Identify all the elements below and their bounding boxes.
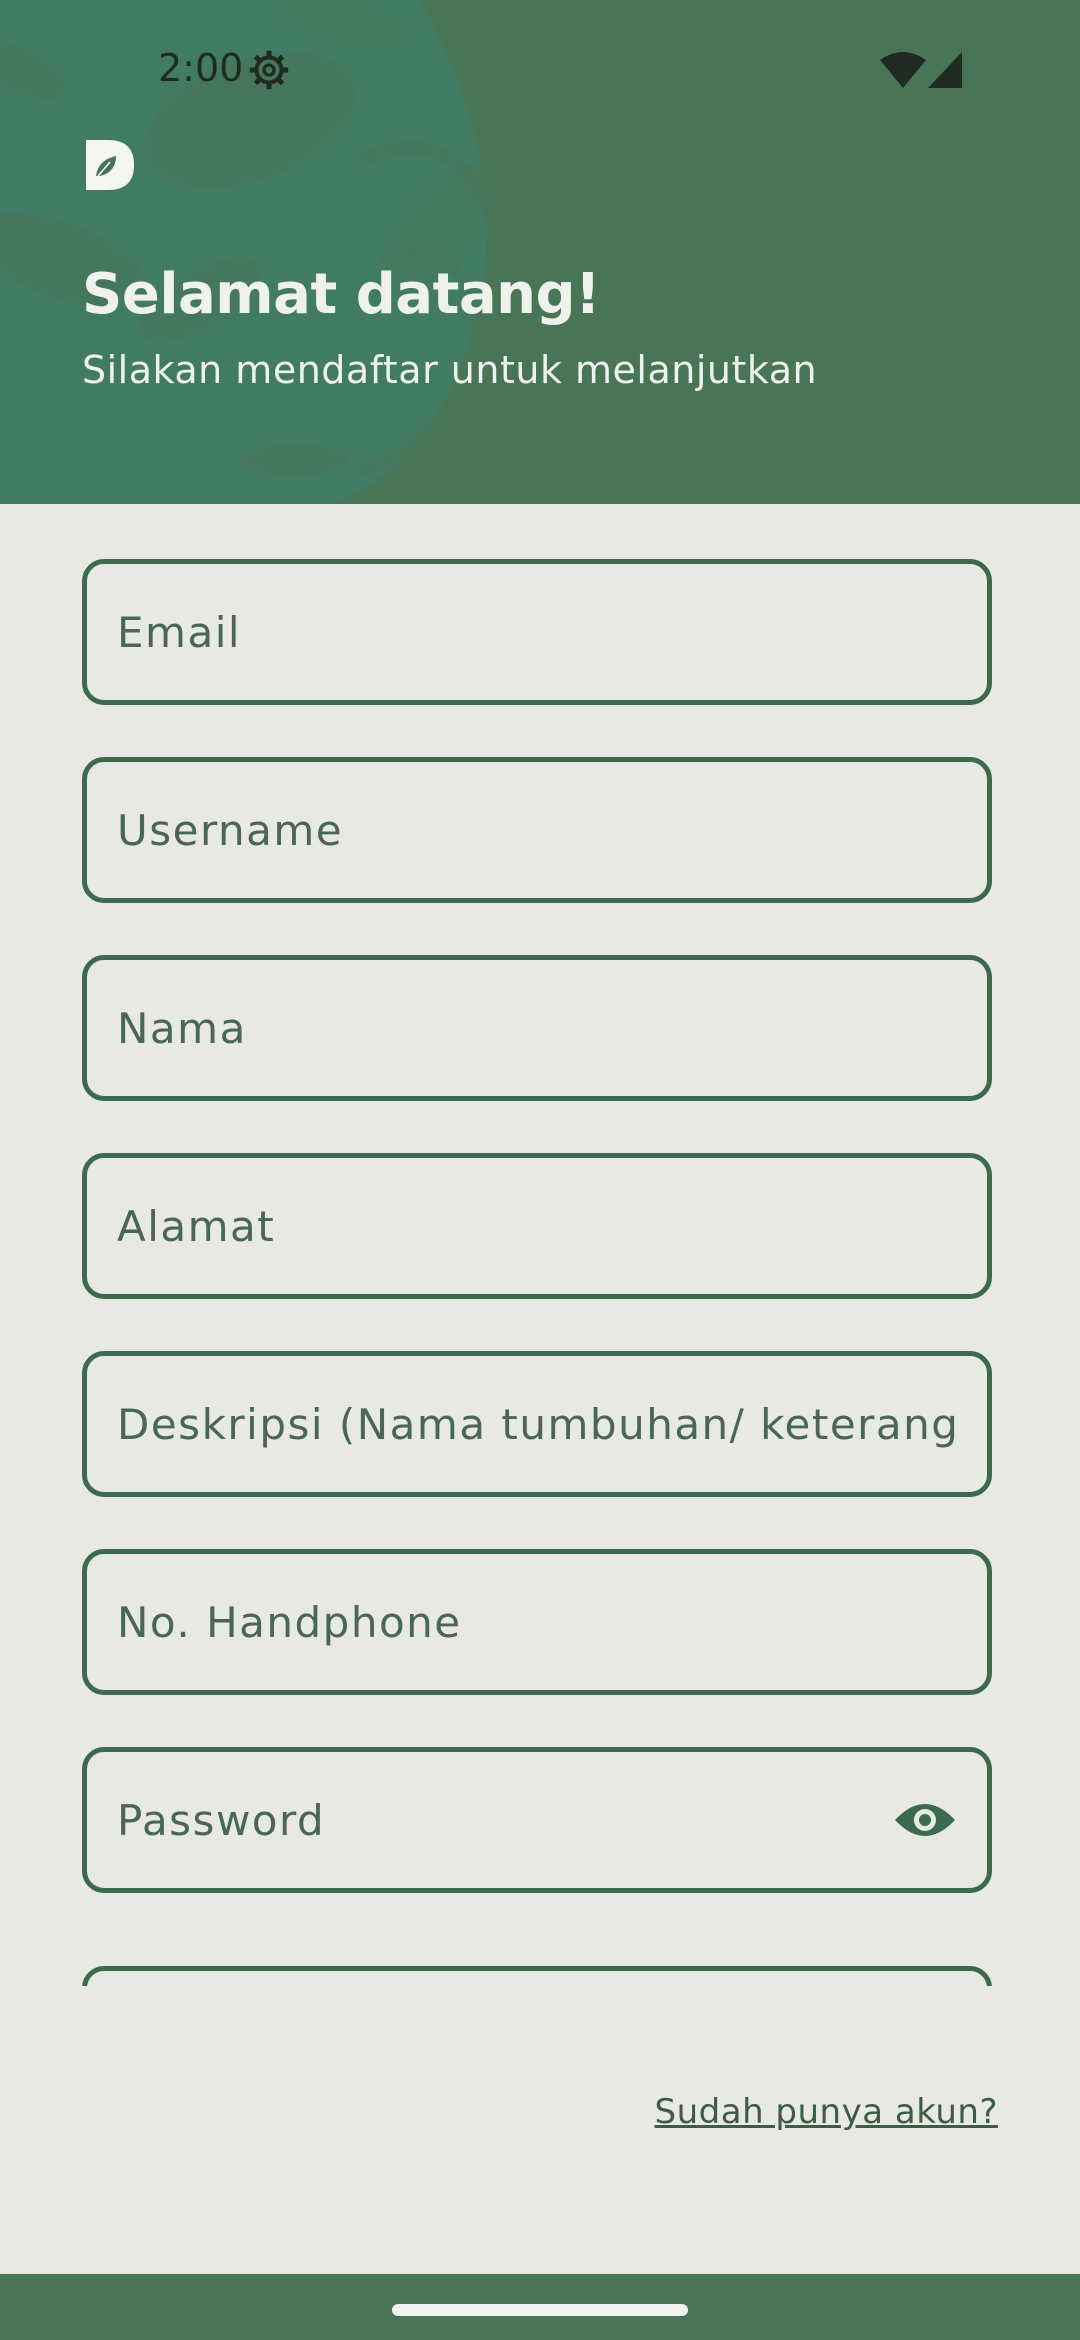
nama-field[interactable] [82, 955, 992, 1101]
welcome-title: Selamat datang! [82, 262, 601, 327]
header: 2:00 Selamat datang! Silakan mendaftar u… [0, 0, 1080, 504]
phone-field[interactable] [82, 1549, 992, 1695]
deskripsi-input[interactable] [117, 1356, 957, 1492]
partial-field-cutoff [82, 1966, 992, 1986]
password-input[interactable] [117, 1752, 857, 1888]
email-field[interactable] [82, 559, 992, 705]
leaf-d-logo [86, 140, 134, 190]
alamat-field[interactable] [82, 1153, 992, 1299]
nama-input[interactable] [117, 960, 957, 1096]
email-input[interactable] [117, 564, 957, 700]
home-gesture-handle[interactable] [392, 2304, 688, 2316]
status-bar: 2:00 [0, 0, 1080, 140]
wifi-icon [880, 52, 926, 88]
deskripsi-field[interactable] [82, 1351, 992, 1497]
partial-field-border [82, 1966, 992, 1986]
password-field[interactable] [82, 1747, 992, 1893]
gear-icon [249, 50, 289, 90]
eye-icon[interactable] [893, 1798, 957, 1842]
username-field[interactable] [82, 757, 992, 903]
phone-input[interactable] [117, 1554, 957, 1690]
navigation-bar [0, 2274, 1080, 2340]
status-time: 2:00 [158, 46, 244, 90]
signal-icon [928, 52, 962, 88]
alamat-input[interactable] [117, 1158, 957, 1294]
welcome-subtitle: Silakan mendaftar untuk melanjutkan [82, 348, 818, 392]
username-input[interactable] [117, 762, 957, 898]
login-link[interactable]: Sudah punya akun? [655, 2092, 998, 2132]
